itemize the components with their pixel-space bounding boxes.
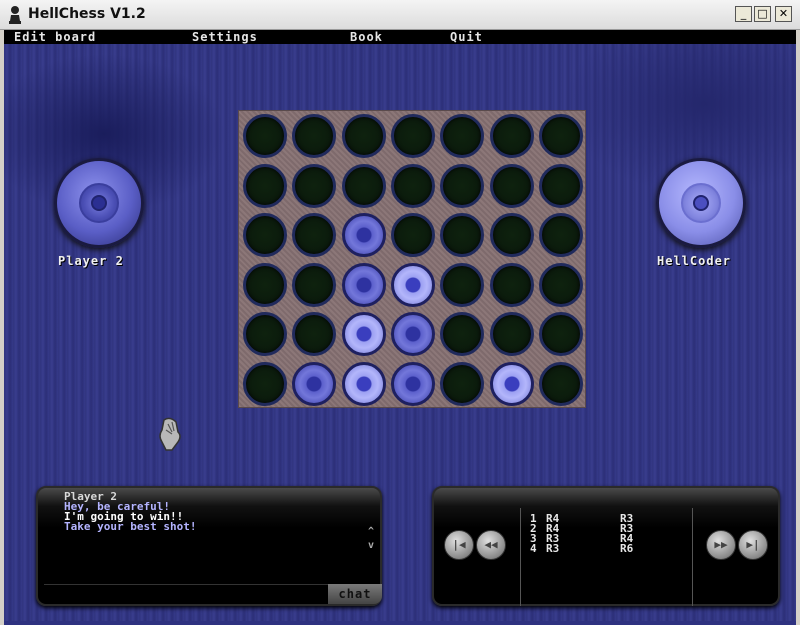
- board-piece-p1[interactable]: [390, 361, 435, 406]
- board-slot[interactable]: [390, 114, 435, 158]
- move-player-one: R3: [546, 542, 560, 555]
- chat-input[interactable]: [44, 584, 330, 600]
- menu-bar: Edit board Settings Book Quit: [4, 30, 796, 44]
- board-slot[interactable]: [538, 262, 583, 307]
- board-slot[interactable]: [292, 213, 337, 257]
- window-title: HellChess V1.2: [28, 6, 146, 22]
- menu-book[interactable]: Book: [350, 30, 383, 44]
- divider: [692, 508, 693, 606]
- board-slot[interactable]: [440, 361, 485, 406]
- board-slot[interactable]: [538, 114, 583, 158]
- divider: [520, 508, 521, 606]
- board-slot[interactable]: [243, 312, 287, 356]
- menu-edit-board[interactable]: Edit board: [14, 30, 96, 44]
- move-list: 1 R4 R3 2 R4 R3 3 R3 R4 4 R3 R6: [530, 513, 680, 555]
- player-left-disc: [54, 158, 144, 248]
- board-slot[interactable]: [489, 163, 534, 208]
- board-slot[interactable]: [538, 163, 583, 208]
- chat-panel: Player 2 Hey, be careful! I'm going to w…: [36, 486, 382, 606]
- move-list-panel: |◀ ◀◀ 1 R4 R3 2 R4 R3 3 R3 R4 4 R3 R6 ▶▶…: [432, 486, 780, 606]
- board-slot[interactable]: [538, 312, 583, 356]
- first-move-button[interactable]: |◀: [444, 530, 474, 560]
- disc-hole: [91, 195, 107, 211]
- player-right-disc: [656, 158, 746, 248]
- chess-pawn-icon: [9, 6, 21, 24]
- board-slot[interactable]: [243, 213, 287, 257]
- board-piece-p2[interactable]: [341, 361, 386, 406]
- close-button[interactable]: ✕: [775, 6, 792, 22]
- board-slot[interactable]: [489, 312, 534, 356]
- board-slot[interactable]: [243, 262, 287, 307]
- board-slot[interactable]: [243, 361, 287, 406]
- chat-scroll-up-icon[interactable]: ^: [368, 526, 374, 537]
- menu-quit[interactable]: Quit: [450, 30, 483, 44]
- board-slot[interactable]: [440, 262, 485, 307]
- board-slot[interactable]: [440, 312, 485, 356]
- chat-log: Player 2 Hey, be careful! I'm going to w…: [64, 491, 364, 533]
- board-slot[interactable]: [538, 213, 583, 257]
- maximize-button[interactable]: □: [754, 6, 771, 22]
- board-slot[interactable]: [440, 213, 485, 257]
- board-slot[interactable]: [341, 114, 386, 158]
- last-move-button[interactable]: ▶|: [738, 530, 768, 560]
- board-piece-p1[interactable]: [341, 262, 386, 307]
- board-piece-p1[interactable]: [341, 213, 386, 257]
- grabbing-hand-cursor-icon: [159, 417, 181, 451]
- disc-hole: [693, 195, 709, 211]
- board-slot[interactable]: [390, 163, 435, 208]
- previous-move-button[interactable]: ◀◀: [476, 530, 506, 560]
- board-slot[interactable]: [440, 163, 485, 208]
- board-piece-p1[interactable]: [390, 312, 435, 356]
- board-slot[interactable]: [440, 114, 485, 158]
- board-slot[interactable]: [243, 163, 287, 208]
- board-slot[interactable]: [243, 114, 287, 158]
- board-slot[interactable]: [390, 213, 435, 257]
- title-bar: HellChess V1.2 _ □ ✕: [0, 0, 800, 30]
- next-move-button[interactable]: ▶▶: [706, 530, 736, 560]
- board-slot[interactable]: [292, 262, 337, 307]
- menu-settings[interactable]: Settings: [192, 30, 258, 44]
- board-slot[interactable]: [489, 114, 534, 158]
- board-slot[interactable]: [489, 262, 534, 307]
- board-slot[interactable]: [292, 312, 337, 356]
- chat-send-button[interactable]: chat: [328, 584, 382, 604]
- move-player-two: R6: [620, 542, 634, 555]
- chat-line: Take your best shot!: [64, 520, 197, 533]
- game-board[interactable]: [238, 110, 586, 408]
- board-piece-p2[interactable]: [390, 262, 435, 307]
- board-piece-p2[interactable]: [489, 361, 534, 406]
- window-frame-right: [796, 0, 800, 625]
- board-slot[interactable]: [292, 114, 337, 158]
- minimize-button[interactable]: _: [735, 6, 752, 22]
- chat-scroll-down-icon[interactable]: v: [368, 540, 374, 551]
- board-slot[interactable]: [341, 163, 386, 208]
- player-right-name: HellCoder: [657, 254, 732, 268]
- board-slot[interactable]: [538, 361, 583, 406]
- move-row[interactable]: 4 R3 R6: [530, 542, 680, 555]
- board-piece-p1[interactable]: [292, 361, 337, 406]
- move-number: 4: [530, 542, 537, 555]
- board-piece-p2[interactable]: [341, 312, 386, 356]
- board-slot[interactable]: [292, 163, 337, 208]
- board-slot[interactable]: [489, 213, 534, 257]
- player-left-name: Player 2: [58, 254, 124, 268]
